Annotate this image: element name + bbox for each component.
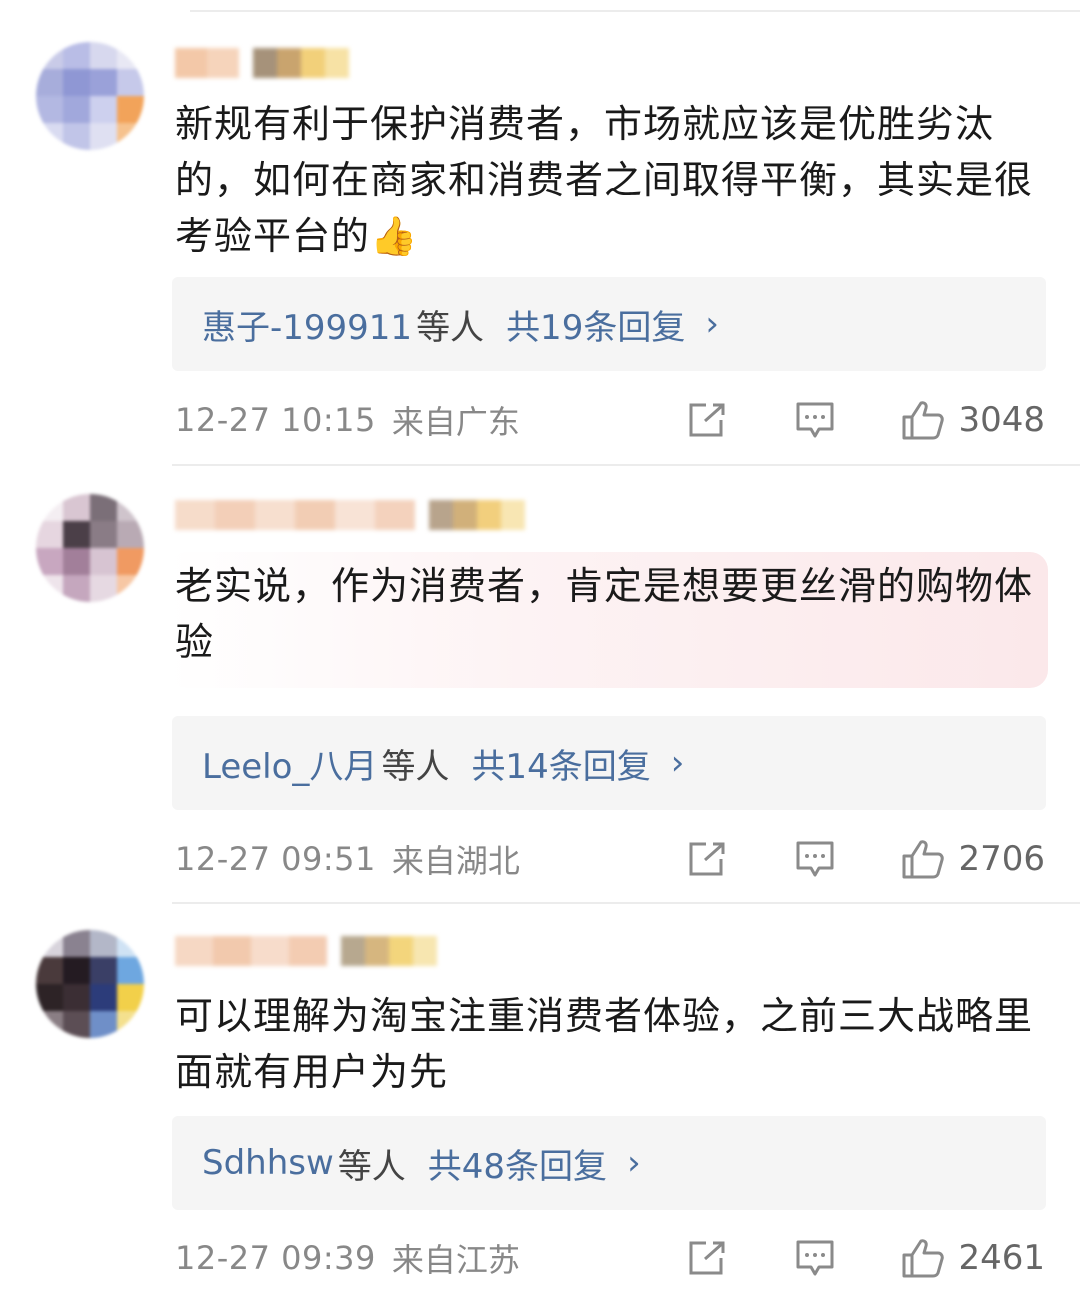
reply-etc-label: 等人 — [337, 1146, 406, 1187]
reply-summary[interactable]: Sdhhsw 等人 共48条回复 › — [172, 1116, 1046, 1210]
reply-user-names[interactable]: 惠子-199911 — [202, 300, 412, 349]
location: 来自广东 — [391, 403, 520, 441]
username-blurred[interactable] — [175, 934, 437, 968]
like-icon[interactable] — [900, 1235, 946, 1281]
chevron-right-icon: › — [627, 1143, 641, 1183]
timestamp: 12-27 10:15 — [175, 401, 376, 439]
comment-icon[interactable] — [792, 836, 838, 882]
reply-etc-label: 等人 — [416, 307, 485, 348]
reply-summary[interactable]: Leelo_八月 等人 共14条回复 › — [172, 716, 1046, 810]
user-badge — [429, 500, 525, 530]
reply-summary[interactable]: 惠子-199911 等人 共19条回复 › — [172, 277, 1046, 371]
share-icon[interactable] — [684, 836, 730, 882]
timestamp: 12-27 09:39 — [175, 1239, 376, 1277]
comment-actions: 3048 — [684, 397, 1045, 443]
divider — [190, 10, 1080, 12]
divider — [172, 902, 1080, 904]
location: 来自江苏 — [391, 1241, 520, 1279]
like-icon[interactable] — [900, 397, 946, 443]
reply-etc-label: 等人 — [381, 746, 450, 787]
username — [175, 936, 327, 966]
username — [175, 48, 239, 78]
reply-count[interactable]: 共14条回复 — [471, 739, 650, 788]
like-count: 2706 — [958, 839, 1045, 879]
chevron-right-icon: › — [705, 304, 719, 344]
comment-icon[interactable] — [792, 397, 838, 443]
reply-count[interactable]: 共19条回复 — [506, 300, 685, 349]
comment-meta: 12-27 09:39 来自江苏 2461 — [175, 1235, 1045, 1281]
comment-text: 新规有利于保护消费者，市场就应该是优胜劣汰的，如何在商家和消费者之间取得平衡，其… — [175, 102, 1034, 258]
chevron-right-icon: › — [670, 743, 685, 783]
reply-count[interactable]: 共48条回复 — [428, 1139, 607, 1188]
comment-meta: 12-27 09:51 来自湖北 2706 — [175, 836, 1045, 882]
comment-actions: 2461 — [684, 1235, 1045, 1281]
share-icon[interactable] — [684, 397, 730, 443]
timestamp: 12-27 09:51 — [175, 840, 376, 878]
avatar[interactable] — [36, 494, 144, 602]
comment-icon[interactable] — [792, 1235, 838, 1281]
reply-user-names[interactable]: Sdhhsw — [202, 1143, 334, 1183]
comment-text: 老实说，作为消费者，肯定是想要更丝滑的购物体验 — [175, 564, 1034, 664]
like-icon[interactable] — [900, 836, 946, 882]
comment-actions: 2706 — [684, 836, 1045, 882]
username-blurred[interactable] — [175, 46, 349, 80]
username — [175, 500, 415, 530]
like-count: 2461 — [958, 1238, 1045, 1278]
avatar[interactable] — [36, 930, 144, 1038]
divider — [172, 464, 1080, 466]
user-badge — [253, 48, 349, 78]
comment-text: 可以理解为淘宝注重消费者体验，之前三大战略里面就有用户为先 — [175, 994, 1034, 1094]
reply-user-names[interactable]: Leelo_八月 — [202, 739, 377, 788]
share-icon[interactable] — [684, 1235, 730, 1281]
location: 来自湖北 — [391, 842, 520, 880]
comment-meta: 12-27 10:15 来自广东 3048 — [175, 397, 1045, 443]
like-count: 3048 — [958, 400, 1045, 440]
comment-list: 新规有利于保护消费者，市场就应该是优胜劣汰的，如何在商家和消费者之间取得平衡，其… — [0, 0, 1080, 1307]
user-badge — [341, 936, 437, 966]
username-blurred[interactable] — [175, 498, 525, 532]
avatar[interactable] — [36, 42, 144, 150]
